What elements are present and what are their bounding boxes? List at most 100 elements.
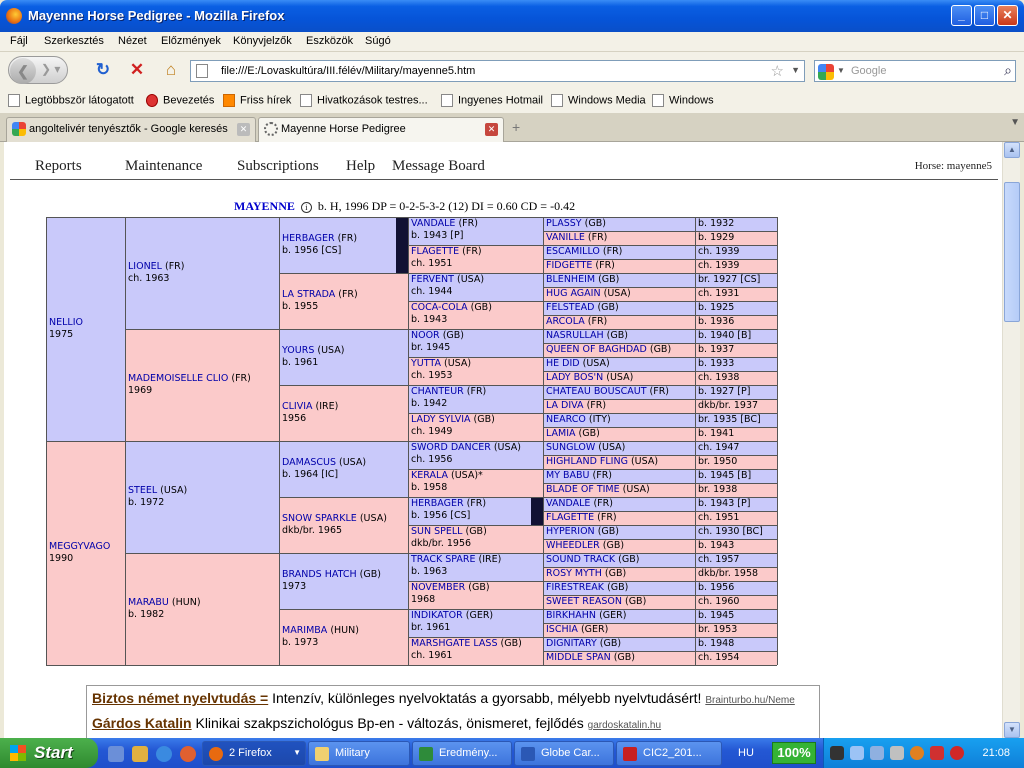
horse-name-link[interactable]: VANDALE	[546, 498, 590, 509]
bookmark-hivatkozasok[interactable]: Hivatkozások testres...	[300, 94, 428, 107]
horse-name-link[interactable]: NELLIO	[49, 317, 83, 328]
back-button[interactable]: ❮	[10, 58, 36, 84]
vertical-scrollbar[interactable]: ▲ ▼	[1002, 142, 1020, 738]
address-bar[interactable]: file:///E:/Lovaskultúra/III.félév/Milita…	[190, 60, 805, 82]
horse-name-link[interactable]: SUN SPELL	[411, 526, 462, 537]
horse-name-link[interactable]: LADY SYLVIA	[411, 414, 471, 425]
menu-bookmarks[interactable]: Könyvjelzők	[233, 35, 292, 47]
horse-name-link[interactable]: YUTTA	[411, 358, 441, 369]
reload-icon[interactable]: ↻	[92, 60, 114, 82]
horse-name-link[interactable]: HERBAGER	[282, 233, 335, 244]
scroll-up-icon[interactable]: ▲	[1004, 142, 1020, 158]
ad-title[interactable]: Gárdos Katalin	[92, 715, 192, 731]
start-button[interactable]: Start	[0, 738, 98, 768]
horse-name-link[interactable]: YOURS	[282, 345, 314, 356]
search-icon[interactable]: ⌕	[1004, 62, 1012, 79]
close-tab-icon[interactable]: ✕	[485, 123, 498, 136]
horse-name-link[interactable]: LADY BOS'N	[546, 372, 603, 383]
horse-name-link[interactable]: STEEL	[128, 485, 157, 496]
horse-name-link[interactable]: LA DIVA	[546, 400, 584, 411]
minimize-button[interactable]: _	[951, 5, 972, 26]
nav-maintenance[interactable]: Maintenance	[125, 158, 202, 175]
firefox-quicklaunch-icon[interactable]	[180, 746, 196, 762]
security-icon[interactable]	[930, 746, 944, 760]
horse-name-link[interactable]: ROSY MYTH	[546, 568, 602, 579]
nav-message-board[interactable]: Message Board	[392, 158, 485, 175]
horse-name-link[interactable]: BRANDS HATCH	[282, 569, 357, 580]
horse-name-link[interactable]: CHATEAU BOUSCAUT	[546, 386, 647, 397]
horse-name-link[interactable]: LA STRADA	[282, 289, 335, 300]
home-icon[interactable]: ⌂	[160, 60, 182, 82]
horse-name-link[interactable]: SWORD DANCER	[411, 442, 491, 453]
horse-name-link[interactable]: FLAGETTE	[546, 512, 594, 523]
horse-name-link[interactable]: LIONEL	[128, 261, 162, 272]
media-icon[interactable]	[910, 746, 924, 760]
tab-list-icon[interactable]: ▼	[1010, 117, 1020, 128]
horse-name-link[interactable]: NASRULLAH	[546, 330, 604, 341]
horse-name-link[interactable]: LAMIA	[546, 428, 576, 439]
close-tab-icon[interactable]: ✕	[237, 123, 250, 136]
url-dropdown-icon[interactable]: ▼	[791, 65, 800, 75]
taskbar-globe[interactable]: Globe Car...	[514, 741, 614, 766]
menu-history[interactable]: Előzmények	[161, 35, 221, 47]
info-icon[interactable]: i	[300, 202, 312, 213]
taskbar-cic2[interactable]: CIC2_201...	[616, 741, 722, 766]
horse-name-link[interactable]: MEGGYVAGO	[49, 541, 110, 552]
horse-name-link[interactable]: SUNGLOW	[546, 442, 595, 453]
bookmark-windows-media[interactable]: Windows Media	[551, 94, 646, 107]
horse-name-link[interactable]: CHANTEUR	[411, 386, 464, 397]
horse-name-link[interactable]: MARSHGATE LASS	[411, 638, 498, 649]
menu-view[interactable]: Nézet	[118, 35, 147, 47]
horse-name-link[interactable]: PLASSY	[546, 218, 582, 229]
horse-name-link[interactable]: MADEMOISELLE CLIO	[128, 373, 228, 384]
computer-icon[interactable]	[870, 746, 884, 760]
horse-name-link[interactable]: FERVENT	[411, 274, 454, 285]
menu-tools[interactable]: Eszközök	[306, 35, 353, 47]
taskbar-eredmeny[interactable]: Eredmény...	[412, 741, 512, 766]
nav-subscriptions[interactable]: Subscriptions	[237, 158, 319, 175]
horse-name-link[interactable]: CLIVIA	[282, 401, 313, 412]
horse-name-link[interactable]: WHEEDLER	[546, 540, 600, 551]
horse-name-link[interactable]: ESCAMILLO	[546, 246, 600, 257]
horse-name-link[interactable]: BLENHEIM	[546, 274, 595, 285]
tab-google-search[interactable]: angoltelivér tenyésztők - Google keresés…	[6, 117, 256, 142]
scroll-down-icon[interactable]: ▼	[1004, 722, 1020, 738]
bookmark-windows[interactable]: Windows	[652, 94, 714, 107]
scroll-thumb[interactable]	[1004, 182, 1020, 322]
horse-name-link[interactable]: SNOW SPARKLE	[282, 513, 357, 524]
menu-edit[interactable]: Szerkesztés	[44, 35, 104, 47]
network-icon[interactable]	[850, 746, 864, 760]
horse-name-link[interactable]: BIRKHAHN	[546, 610, 596, 621]
horse-name-link[interactable]: VANDALE	[411, 218, 455, 229]
stop-icon[interactable]: ✕	[126, 60, 148, 82]
horse-name-link[interactable]: ISCHIA	[546, 624, 578, 635]
horse-name-link[interactable]: MY BABU	[546, 470, 590, 481]
horse-name-link[interactable]: DIGNITARY	[546, 638, 597, 649]
ie-icon[interactable]	[156, 746, 172, 762]
ad-url[interactable]: gardoskatalin.hu	[588, 720, 661, 731]
bookmark-star-icon[interactable]: ☆	[771, 62, 784, 80]
horse-name-link[interactable]: DAMASCUS	[282, 457, 336, 468]
menu-help[interactable]: Súgó	[365, 35, 391, 47]
bookmark-hotmail[interactable]: Ingyenes Hotmail	[441, 94, 543, 107]
language-indicator[interactable]: HU	[738, 747, 754, 759]
horse-name-link[interactable]: FLAGETTE	[411, 246, 459, 257]
horse-name-link[interactable]: QUEEN OF BAGHDAD	[546, 344, 647, 355]
horse-name-link[interactable]: FELSTEAD	[546, 302, 594, 313]
taskbar-military[interactable]: Military	[308, 741, 410, 766]
tab-mayenne[interactable]: Mayenne Horse Pedigree ✕	[258, 117, 504, 143]
new-tab-button[interactable]: +	[512, 119, 520, 135]
volume-icon[interactable]	[890, 746, 904, 760]
search-box[interactable]: ▼ Google ⌕	[814, 60, 1016, 82]
maximize-button[interactable]: □	[974, 5, 995, 26]
bookmark-most-visited[interactable]: Legtöbbször látogatott	[8, 94, 134, 107]
bookmark-friss-hirek[interactable]: Friss hírek	[223, 94, 291, 107]
bookmark-bevezetes[interactable]: Bevezetés	[146, 94, 214, 107]
horse-name-link[interactable]: MIDDLE SPAN	[546, 652, 611, 663]
horse-name-link[interactable]: HUG AGAIN	[546, 288, 601, 299]
horse-name-link[interactable]: COCA-COLA	[411, 302, 468, 313]
horse-name-link[interactable]: SOUND TRACK	[546, 554, 615, 565]
horse-name-link[interactable]: FIDGETTE	[546, 260, 592, 271]
horse-name-link[interactable]: BLADE OF TIME	[546, 484, 620, 495]
horse-name-link[interactable]: HYPERION	[546, 526, 595, 537]
